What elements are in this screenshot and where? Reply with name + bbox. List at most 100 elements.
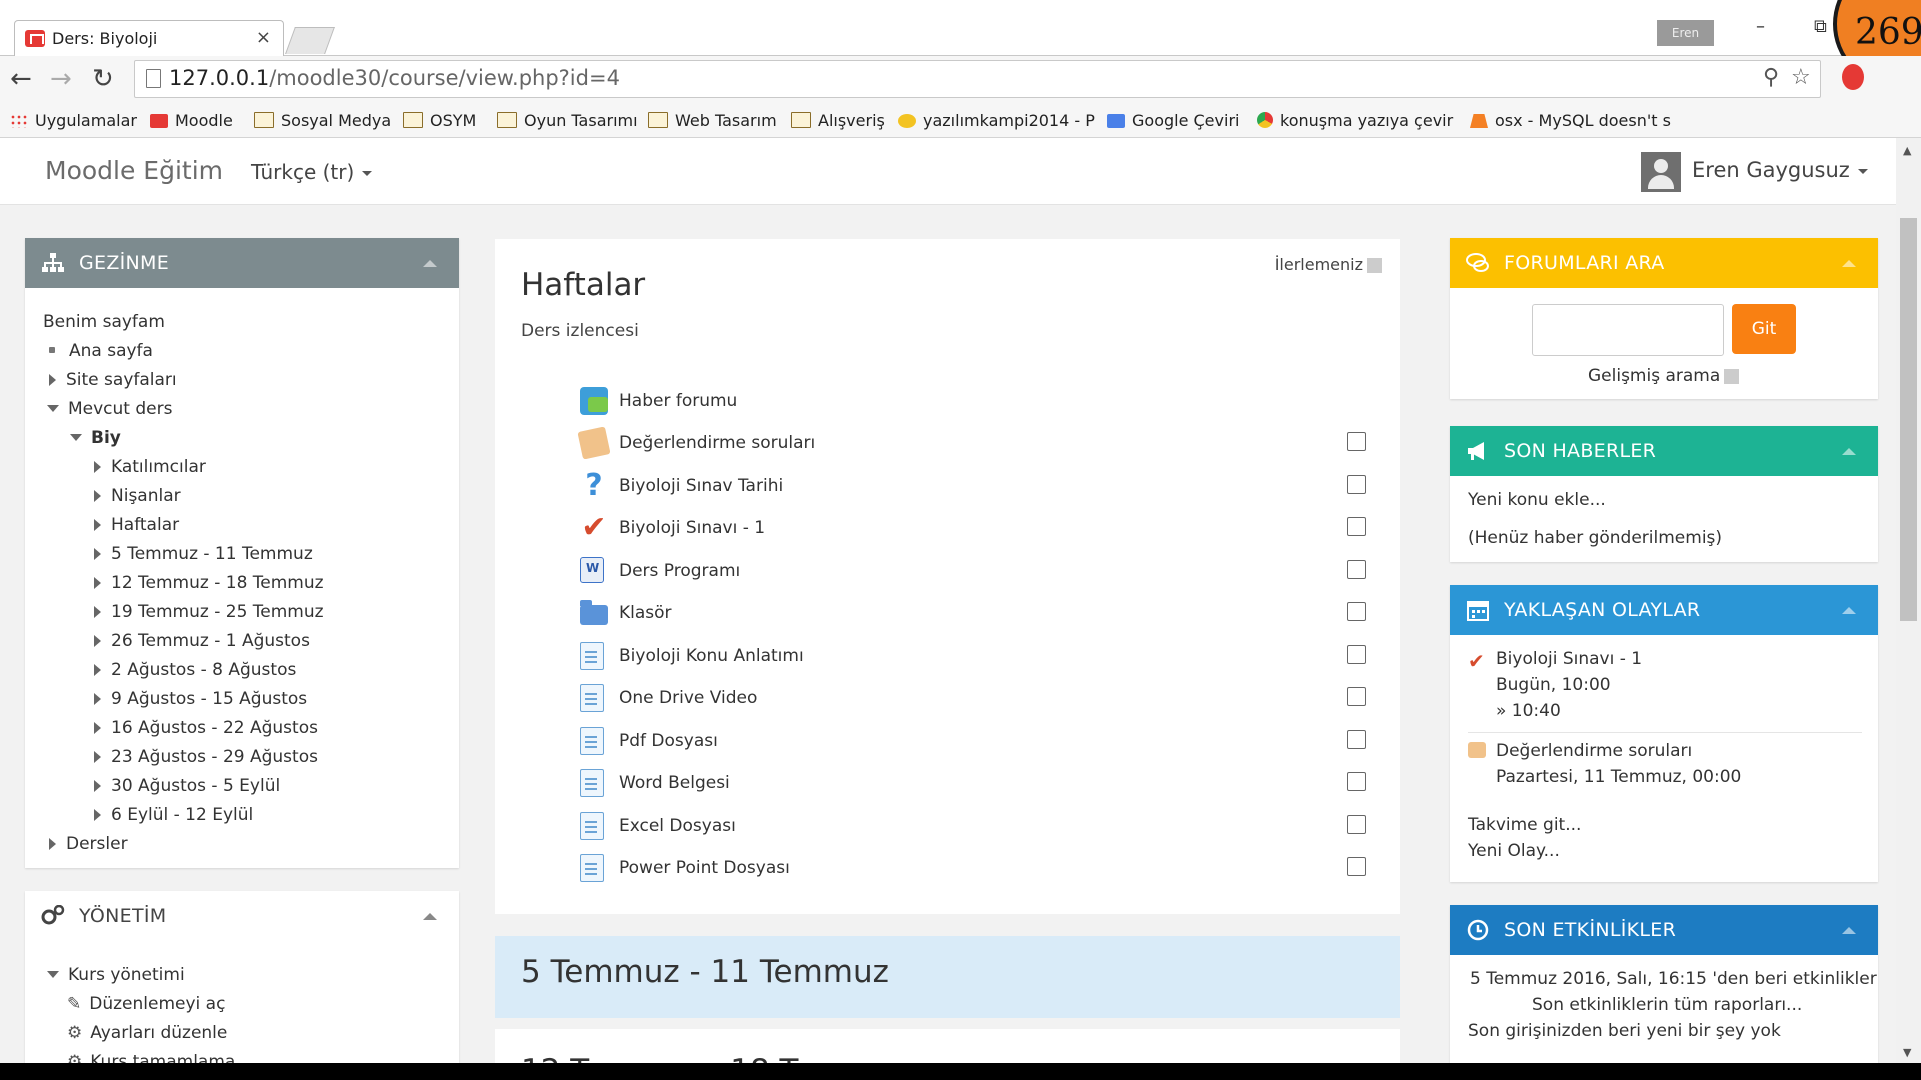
recent-activity-header[interactable]: SON ETKİNLİKLER (1450, 905, 1878, 955)
new-event-link[interactable]: Yeni Olay... (1468, 841, 1560, 861)
scroll-up-icon[interactable]: ▲ (1903, 144, 1911, 157)
nav-item-weeks[interactable]: Haftalar (94, 515, 179, 535)
collapse-icon[interactable] (1842, 927, 1856, 934)
bookmark-star-icon[interactable]: ☆ (1791, 65, 1811, 90)
completion-checkbox[interactable] (1347, 730, 1366, 749)
activity-link[interactable]: Biyoloji Sınav Tarihi (619, 476, 783, 496)
completion-checkbox[interactable] (1347, 772, 1366, 791)
language-menu[interactable]: Türkçe (tr) (251, 160, 373, 184)
activity-item[interactable]: Excel Dosyası (580, 810, 1370, 844)
completion-checkbox[interactable] (1347, 475, 1366, 494)
nav-item-week[interactable]: 6 Eylül - 12 Eylül (94, 805, 253, 825)
tab-close-icon[interactable]: × (256, 27, 271, 48)
administration-block-header[interactable]: YÖNETİM (25, 891, 459, 941)
bookmark-apps[interactable]: Uygulamalar (10, 111, 137, 130)
activity-item[interactable]: Değerlendirme soruları (577, 426, 1370, 461)
nav-item-courses[interactable]: Dersler (49, 834, 128, 854)
bookmark-alisveris[interactable]: Alışveriş (791, 111, 885, 130)
nav-item-participants[interactable]: Katılımcılar (94, 457, 206, 477)
event-link[interactable]: Değerlendirme soruları (1496, 741, 1692, 761)
nav-item-week[interactable]: 16 Ağustos - 22 Ağustos (94, 718, 318, 738)
completion-checkbox[interactable] (1347, 432, 1366, 451)
zoom-icon[interactable]: ⚲ (1763, 65, 1779, 90)
go-to-calendar-link[interactable]: Takvime git... (1468, 815, 1581, 835)
bookmark-yazilimkampi[interactable]: yazılımkampi2014 - P (898, 111, 1095, 130)
bookmark-osym[interactable]: OSYM (403, 111, 476, 130)
activity-item[interactable]: Klasör (580, 597, 1370, 631)
search-forums-header[interactable]: FORUMLARI ARA (1450, 238, 1878, 288)
nav-item-week[interactable]: 2 Ağustos - 8 Ağustos (94, 660, 296, 680)
new-tab-button[interactable] (285, 27, 335, 54)
activity-link[interactable]: Klasör (619, 603, 672, 623)
collapse-icon[interactable] (1842, 607, 1856, 614)
search-go-button[interactable]: Git (1732, 304, 1796, 354)
activity-item[interactable]: One Drive Video (580, 682, 1370, 716)
bookmark-moodle[interactable]: Moodle (150, 111, 233, 130)
activity-link[interactable]: Word Belgesi (619, 773, 730, 793)
bookmark-osx-mysql[interactable]: osx - MySQL doesn't s (1470, 111, 1671, 130)
full-report-link[interactable]: Son etkinliklerin tüm raporları... (1532, 995, 1802, 1015)
nav-item-week[interactable]: 5 Temmuz - 11 Temmuz (94, 544, 313, 564)
reload-icon[interactable]: ↻ (92, 64, 114, 94)
nav-item-my-page[interactable]: Benim sayfam (43, 312, 165, 332)
bookmark-oyun-tasarimi[interactable]: Oyun Tasarımı (497, 111, 638, 130)
nav-item-badges[interactable]: Nişanlar (94, 486, 181, 506)
completion-checkbox[interactable] (1347, 687, 1366, 706)
nav-item-site-pages[interactable]: Site sayfaları (49, 370, 177, 390)
bookmark-sosyal-medya[interactable]: Sosyal Medya (254, 111, 391, 130)
activity-link[interactable]: Haber forumu (619, 391, 737, 411)
activity-item[interactable]: ✔ Biyoloji Sınavı - 1 (580, 512, 1370, 546)
section-title[interactable]: 12 Temmuz - 18 Temmuz (521, 1053, 909, 1063)
address-bar[interactable]: 127.0.0.1/moodle30/course/view.php?id=4 … (134, 60, 1821, 98)
completion-checkbox[interactable] (1347, 602, 1366, 621)
activity-link[interactable]: Biyoloji Sınavı - 1 (619, 518, 765, 538)
bookmark-google-ceviri[interactable]: Google Çeviri (1107, 111, 1239, 130)
restore-button[interactable]: ⧉ (1814, 16, 1827, 37)
nav-item-week[interactable]: 12 Temmuz - 18 Temmuz (94, 573, 324, 593)
activity-link[interactable]: One Drive Video (619, 688, 757, 708)
completion-checkbox[interactable] (1347, 645, 1366, 664)
nav-item-home[interactable]: Ana sayfa (49, 341, 153, 361)
nav-item-current-course[interactable]: Mevcut ders (47, 399, 172, 419)
forum-search-input[interactable] (1532, 304, 1724, 356)
nav-item-week[interactable]: 23 Ağustos - 29 Ağustos (94, 747, 318, 767)
activity-item[interactable]: Biyoloji Konu Anlatımı (580, 640, 1370, 674)
activity-link[interactable]: Pdf Dosyası (619, 731, 718, 751)
section-title[interactable]: 5 Temmuz - 11 Temmuz (521, 954, 889, 990)
scrollbar-thumb[interactable] (1900, 218, 1917, 621)
collapse-icon[interactable] (423, 913, 437, 920)
nav-item-week[interactable]: 19 Temmuz - 25 Temmuz (94, 602, 324, 622)
activity-item[interactable]: ? Biyoloji Sınav Tarihi (580, 470, 1370, 504)
upcoming-events-header[interactable]: YAKLAŞAN OLAYLAR (1450, 585, 1878, 635)
help-icon[interactable] (1724, 369, 1740, 384)
nav-item-week[interactable]: 26 Temmuz - 1 Ağustos (94, 631, 310, 651)
activity-link[interactable]: Biyoloji Konu Anlatımı (619, 646, 804, 666)
completion-checkbox[interactable] (1347, 815, 1366, 834)
activity-item[interactable]: Pdf Dosyası (580, 725, 1370, 759)
completion-checkbox[interactable] (1347, 517, 1366, 536)
back-arrow-icon[interactable]: ← (10, 64, 32, 94)
browser-tab[interactable]: Ders: Biyoloji × (14, 20, 284, 56)
activity-item[interactable]: Power Point Dosyası (580, 852, 1370, 886)
collapse-icon[interactable] (423, 260, 437, 267)
completion-checkbox[interactable] (1347, 560, 1366, 579)
nav-item-week[interactable]: 9 Ağustos - 15 Ağustos (94, 689, 307, 709)
admin-item-turn-editing-on[interactable]: ✎ Düzenlemeyi aç (67, 994, 225, 1014)
activity-item[interactable]: Haber forumu (580, 385, 1370, 419)
nav-item-week[interactable]: 30 Ağustos - 5 Eylül (94, 776, 280, 796)
add-topic-link[interactable]: Yeni konu ekle... (1468, 490, 1606, 510)
nav-item-course-biy[interactable]: Biy (70, 428, 121, 448)
profile-button[interactable]: Eren (1657, 20, 1714, 46)
activity-link[interactable]: Değerlendirme soruları (619, 433, 815, 453)
advanced-search-link[interactable]: Gelişmiş arama (1588, 366, 1740, 386)
site-brand[interactable]: Moodle Eğitim (45, 156, 223, 185)
opera-extension-icon[interactable] (1842, 64, 1864, 90)
bookmark-konusma[interactable]: konuşma yazıya çevir (1257, 111, 1453, 130)
collapse-icon[interactable] (1842, 448, 1856, 455)
page-scrollbar[interactable]: ▲ ▼ (1896, 138, 1921, 1063)
scroll-down-icon[interactable]: ▼ (1903, 1046, 1911, 1059)
admin-item-course-completion[interactable]: ⚙ Kurs tamamlama (67, 1052, 235, 1063)
help-icon[interactable] (1367, 258, 1382, 273)
forward-arrow-icon[interactable]: → (50, 64, 72, 94)
completion-checkbox[interactable] (1347, 857, 1366, 876)
